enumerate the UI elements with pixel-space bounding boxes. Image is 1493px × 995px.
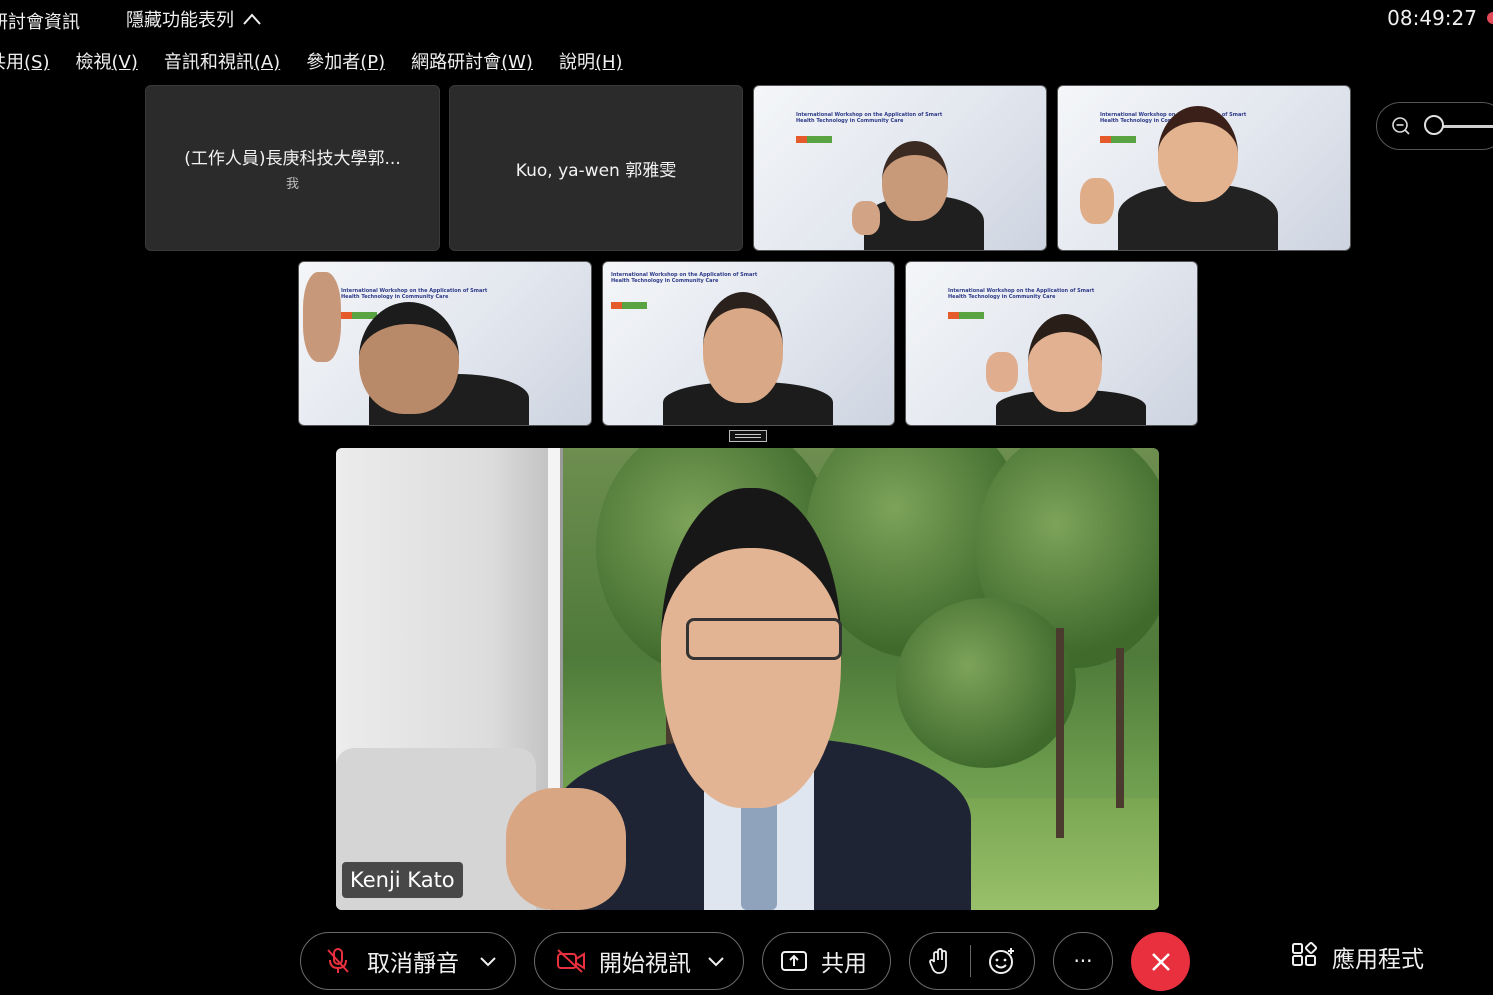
start-video-label: 開始視訊 bbox=[599, 951, 691, 977]
webinar-info-title[interactable]: 研討會資訊 bbox=[0, 8, 80, 34]
participant-name: (工作人員)長庚科技大學郭... bbox=[184, 149, 401, 169]
leave-meeting-button[interactable] bbox=[1131, 932, 1190, 991]
hide-menu-bar-label: 隱藏功能表列 bbox=[126, 10, 234, 31]
menu-view[interactable]: 檢視(V) bbox=[62, 50, 150, 76]
participant-video-tile[interactable]: International Workshop on the Applicatio… bbox=[905, 261, 1198, 426]
thumb-hand bbox=[303, 272, 341, 362]
virtual-background-slide-text: International Workshop on the Applicatio… bbox=[341, 288, 488, 300]
more-options-button[interactable]: ··· bbox=[1053, 932, 1113, 990]
participant-video-tile[interactable]: International Workshop on the Applicatio… bbox=[753, 85, 1047, 251]
virtual-background-slide-text: International Workshop on the Applicatio… bbox=[796, 112, 943, 124]
menu-participants-label: 參加者 bbox=[306, 52, 361, 73]
menu-webinar[interactable]: 網路研討會(W) bbox=[398, 50, 546, 76]
thumb-hand bbox=[852, 201, 880, 235]
apps-label: 應用程式 bbox=[1332, 947, 1424, 973]
speaker-tie bbox=[741, 798, 777, 910]
menu-share[interactable]: 共用(S) bbox=[0, 50, 62, 76]
participant-head bbox=[882, 141, 948, 221]
menu-help[interactable]: 說明(H) bbox=[546, 50, 636, 76]
participant-self-tag: 我 bbox=[285, 177, 299, 192]
menu-help-label: 說明 bbox=[558, 52, 595, 73]
menu-help-key: (H) bbox=[594, 52, 623, 73]
menu-view-key: (V) bbox=[111, 52, 138, 73]
chevron-down-icon[interactable] bbox=[479, 955, 497, 967]
participant-tile-self[interactable]: (工作人員)長庚科技大學郭... 我 bbox=[145, 85, 440, 251]
participant-head bbox=[359, 302, 459, 414]
menu-audio-video[interactable]: 音訊和視訊(A) bbox=[151, 50, 293, 76]
virtual-background-slide-text: International Workshop on the Applicatio… bbox=[611, 272, 758, 284]
thumb-hand bbox=[1080, 178, 1114, 224]
menu-participants-key: (P) bbox=[360, 52, 386, 73]
waving-hand bbox=[986, 352, 1018, 392]
participant-video-tile[interactable]: International Workshop on the Applicatio… bbox=[1057, 85, 1351, 251]
speaker-name-label: Kenji Kato bbox=[342, 862, 463, 898]
unmute-label: 取消靜音 bbox=[367, 951, 459, 977]
apps-button[interactable]: 應用程式 bbox=[1290, 940, 1424, 974]
chevron-down-icon[interactable] bbox=[707, 955, 725, 967]
unmute-button[interactable]: 取消靜音 bbox=[300, 932, 516, 990]
top-bar: 研討會資訊 隱藏功能表列 08:49:27 bbox=[0, 0, 1493, 40]
background-tree bbox=[896, 598, 1076, 768]
clock: 08:49:27 bbox=[1387, 6, 1477, 30]
resize-handle[interactable] bbox=[729, 430, 767, 442]
menu-webinar-key: (W) bbox=[501, 52, 533, 73]
participant-head bbox=[703, 292, 783, 403]
share-label: 共用 bbox=[821, 951, 867, 977]
slide-logo bbox=[1100, 136, 1136, 143]
menu-participants[interactable]: 參加者(P) bbox=[293, 50, 398, 76]
raise-hand-icon[interactable] bbox=[926, 946, 954, 976]
virtual-background-slide-text: International Workshop on the Applicatio… bbox=[948, 288, 1095, 300]
slide-logo bbox=[948, 312, 984, 319]
tree-trunk bbox=[1056, 628, 1064, 838]
chevron-up-icon bbox=[243, 13, 261, 25]
apps-grid-icon bbox=[1292, 942, 1318, 966]
share-button[interactable]: 共用 bbox=[762, 932, 891, 990]
video-off-icon bbox=[555, 948, 587, 974]
menu-bar: 共用(S) 檢視(V) 音訊和視訊(A) 參加者(P) 網路研討會(W) 說明(… bbox=[0, 50, 636, 76]
divider bbox=[970, 945, 971, 977]
reactions-group bbox=[909, 932, 1035, 990]
thumb-hand bbox=[506, 788, 626, 910]
reaction-emoji-icon[interactable] bbox=[987, 946, 1017, 976]
zoom-thumb[interactable] bbox=[1424, 115, 1444, 135]
close-icon bbox=[1151, 952, 1170, 971]
menu-share-key: (S) bbox=[24, 52, 50, 73]
menu-share-label: 共用 bbox=[0, 52, 24, 73]
menu-audio-video-label: 音訊和視訊 bbox=[163, 52, 254, 73]
menu-audio-video-key: (A) bbox=[253, 52, 281, 73]
slide-logo bbox=[341, 312, 377, 319]
more-options-label: ··· bbox=[1073, 949, 1093, 973]
participant-video-tile[interactable]: International Workshop on the Applicatio… bbox=[602, 261, 895, 426]
start-video-button[interactable]: 開始視訊 bbox=[534, 932, 744, 990]
participant-tile-kuo[interactable]: Kuo, ya-wen 郭雅雯 bbox=[449, 85, 743, 251]
active-speaker-video[interactable]: Kenji Kato bbox=[336, 448, 1159, 910]
menu-webinar-label: 網路研討會 bbox=[411, 52, 502, 73]
participant-head bbox=[1158, 106, 1238, 202]
speaker-glasses bbox=[686, 618, 842, 660]
share-screen-icon bbox=[779, 948, 809, 974]
slide-logo bbox=[611, 302, 647, 309]
slide-logo bbox=[796, 136, 832, 143]
tree-trunk bbox=[1116, 648, 1124, 808]
participant-name: Kuo, ya-wen 郭雅雯 bbox=[515, 160, 677, 181]
status-dot-icon bbox=[1487, 12, 1493, 24]
participant-head bbox=[1028, 314, 1102, 412]
menu-view-label: 檢視 bbox=[75, 52, 112, 73]
zoom-slider[interactable] bbox=[1376, 102, 1493, 150]
participant-video-tile[interactable]: International Workshop on the Applicatio… bbox=[298, 261, 592, 426]
zoom-out-icon[interactable] bbox=[1391, 116, 1411, 136]
hide-menu-bar-button[interactable]: 隱藏功能表列 bbox=[126, 6, 262, 32]
microphone-muted-icon bbox=[323, 946, 353, 976]
